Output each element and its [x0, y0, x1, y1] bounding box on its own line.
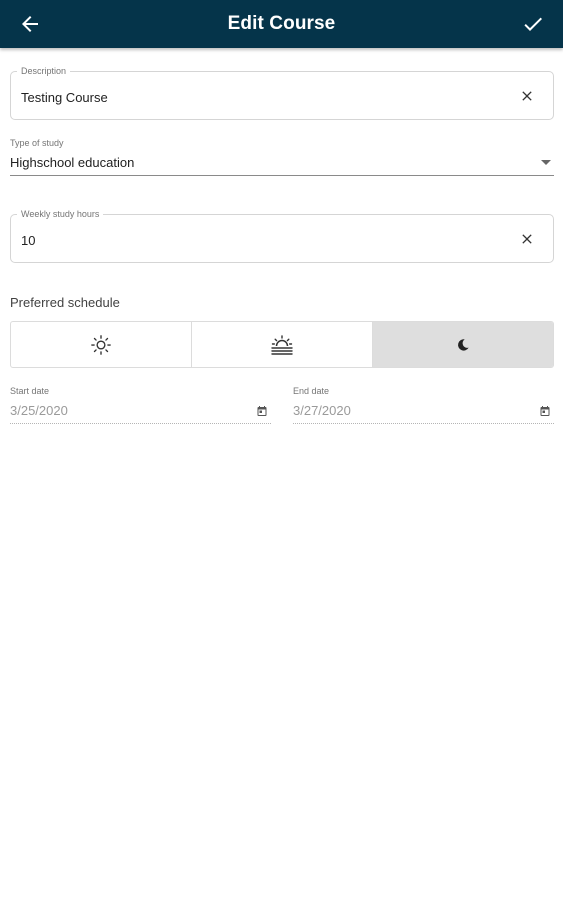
sun-icon: [91, 334, 111, 355]
app-bar: Edit Course: [0, 0, 563, 48]
clear-description-icon[interactable]: [519, 88, 535, 104]
calendar-icon[interactable]: [539, 405, 551, 417]
weekly-hours-value[interactable]: 10: [21, 233, 35, 248]
start-date-label: Start date: [10, 386, 50, 396]
moon-icon: [458, 338, 469, 351]
end-date-field[interactable]: End date 3/27/2020: [293, 386, 554, 424]
weekly-hours-label: Weekly study hours: [17, 208, 104, 220]
schedule-evening-button[interactable]: [192, 322, 373, 367]
page-title: Edit Course: [227, 13, 336, 34]
type-of-study-value[interactable]: Highschool education: [10, 155, 134, 170]
clear-hours-icon[interactable]: [519, 231, 535, 247]
schedule-toggle-group: [10, 321, 554, 368]
weekly-hours-field[interactable]: Weekly study hours 10: [10, 208, 554, 263]
start-date-value[interactable]: 3/25/2020: [10, 403, 68, 418]
end-date-value[interactable]: 3/27/2020: [293, 403, 351, 418]
type-of-study-label: Type of study: [10, 138, 64, 148]
dropdown-arrow-icon[interactable]: [541, 160, 551, 165]
description-value[interactable]: Testing Course: [21, 90, 108, 105]
sunset-icon: [271, 334, 293, 355]
schedule-night-button[interactable]: [373, 322, 553, 367]
calendar-icon[interactable]: [256, 405, 268, 417]
end-date-label: End date: [293, 386, 330, 396]
type-of-study-select[interactable]: Type of study Highschool education: [10, 138, 554, 176]
preferred-schedule-label: Preferred schedule: [10, 295, 120, 310]
description-field[interactable]: Description Testing Course: [10, 65, 554, 120]
schedule-morning-button[interactable]: [11, 322, 192, 367]
description-label: Description: [17, 65, 71, 77]
check-icon[interactable]: [521, 12, 545, 36]
start-date-field[interactable]: Start date 3/25/2020: [10, 386, 271, 424]
